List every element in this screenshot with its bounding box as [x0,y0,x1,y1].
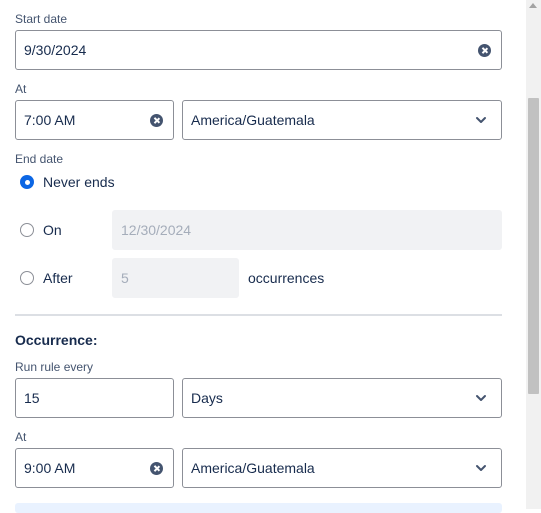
start-date-value: 9/30/2024 [24,42,87,58]
start-date-input[interactable]: 9/30/2024 [15,30,502,70]
radio-after-label: After [43,270,73,286]
clear-icon[interactable] [150,461,163,475]
end-on-date-input: 12/30/2024 [112,210,502,250]
radio-on-label: On [43,222,62,238]
occurrence-time-input[interactable]: 9:00 AM [15,448,174,488]
occurrence-time-value: 9:00 AM [24,460,76,476]
occurrence-timezone-value: America/Guatemala [191,460,315,476]
vertical-scrollbar[interactable] [526,0,541,509]
run-every-value: 15 [24,390,40,406]
radio-after[interactable]: After [20,270,73,286]
radio-checked-icon[interactable] [20,175,34,189]
clear-icon[interactable] [478,43,491,57]
run-unit-select[interactable]: Days [182,378,502,418]
radio-unchecked-icon[interactable] [20,223,34,237]
end-after-count-value: 5 [121,270,129,286]
start-time-input[interactable]: 7:00 AM [15,100,174,140]
scroll-up-arrow-icon[interactable] [529,3,537,8]
section-divider [15,314,502,316]
chevron-down-icon [471,110,491,130]
radio-unchecked-icon[interactable] [20,271,34,285]
run-every-input[interactable]: 15 [15,378,174,418]
end-after-count-input: 5 [112,258,239,298]
occurrence-at-label: At [15,430,27,444]
occurrence-timezone-select[interactable]: America/Guatemala [182,448,502,488]
radio-never-ends[interactable]: Never ends [20,174,115,190]
run-unit-value: Days [191,390,223,406]
start-timezone-select[interactable]: America/Guatemala [182,100,502,140]
clear-icon[interactable] [150,113,163,127]
info-banner [15,503,502,513]
end-date-label: End date [15,152,64,166]
end-on-date-value: 12/30/2024 [121,222,192,238]
start-timezone-value: America/Guatemala [191,112,315,128]
run-rule-every-label: Run rule every [15,360,94,374]
start-time-value: 7:00 AM [24,112,76,128]
chevron-down-icon [471,388,491,408]
start-at-label: At [15,82,27,96]
start-date-label: Start date [15,12,68,26]
radio-on[interactable]: On [20,222,62,238]
scrollbar-thumb[interactable] [528,98,539,394]
chevron-down-icon [471,458,491,478]
radio-never-ends-label: Never ends [43,174,115,190]
occurrence-heading: Occurrence: [15,332,98,348]
occurrences-suffix: occurrences [248,270,325,286]
